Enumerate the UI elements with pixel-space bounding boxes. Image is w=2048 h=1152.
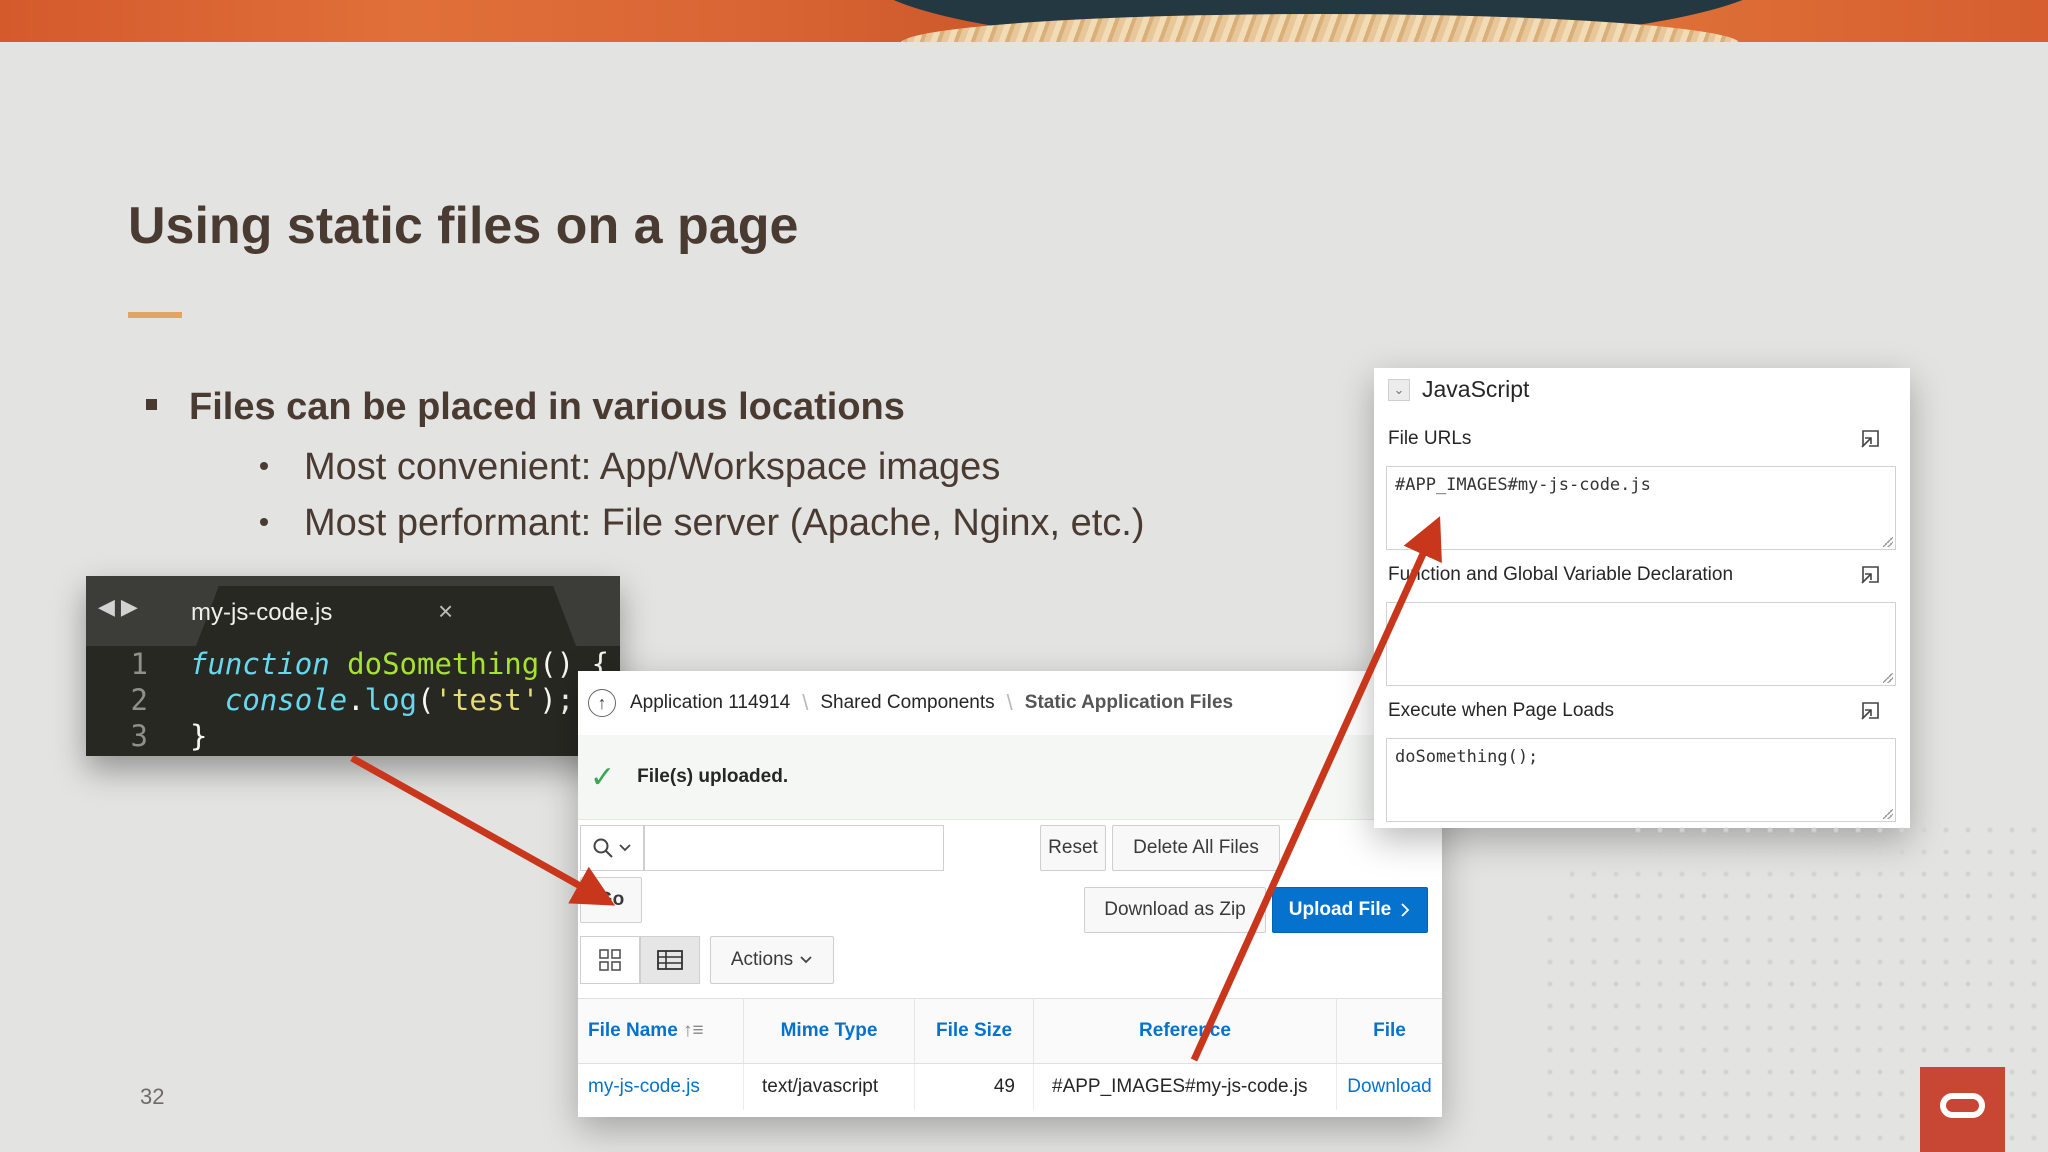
search-input[interactable] xyxy=(644,825,944,871)
javascript-section-title: JavaScript xyxy=(1422,376,1530,402)
editor-tab-bar: ◀▶ my-js-code.js × xyxy=(86,576,620,646)
dot-bullet-icon xyxy=(260,517,268,526)
editor-tab-name[interactable]: my-js-code.js xyxy=(191,599,332,627)
code-object: console xyxy=(224,683,348,717)
oracle-ring xyxy=(1940,1093,1985,1118)
slide-title: Using static files on a page xyxy=(128,197,799,255)
search-column-selector[interactable] xyxy=(580,825,644,871)
static-files-page: ↑ Application 114914 \ Shared Components… xyxy=(578,671,1442,1117)
resize-grip-icon[interactable] xyxy=(1883,537,1893,547)
file-size-cell: 49 xyxy=(914,1063,1034,1110)
breadcrumb-shared-components[interactable]: Shared Components xyxy=(820,692,994,714)
download-as-zip-button[interactable]: Download as Zip xyxy=(1084,887,1266,933)
resize-grip-icon[interactable] xyxy=(1883,673,1893,683)
report-view-toggle[interactable] xyxy=(640,936,700,984)
code-keyword: function xyxy=(190,647,330,681)
expand-editor-icon[interactable] xyxy=(1859,700,1881,722)
function-declaration-field[interactable] xyxy=(1386,602,1896,686)
bullet-main-text: Files can be placed in various locations xyxy=(189,386,905,428)
grid-icon xyxy=(599,949,621,971)
actions-menu-button[interactable]: Actions xyxy=(710,936,834,984)
go-button[interactable]: Go xyxy=(580,877,642,923)
table-icon xyxy=(657,950,683,970)
code-lines: 1 function doSomething() { 2 console.log(… xyxy=(86,646,610,754)
collapse-chevron-icon[interactable]: ⌄ xyxy=(1388,378,1410,401)
bullet-sub-1: Most convenient: App/Workspace images xyxy=(260,446,1000,489)
up-arrow-icon[interactable]: ↑ xyxy=(588,689,616,717)
table-header-row: File Name ↑≡ Mime Type File Size Referen… xyxy=(578,998,1442,1064)
chevron-down-icon xyxy=(619,844,631,852)
upload-file-label: Upload File xyxy=(1288,899,1392,920)
files-table: File Name ↑≡ Mime Type File Size Referen… xyxy=(578,998,1442,1110)
column-header-file-size[interactable]: File Size xyxy=(914,998,1034,1064)
file-urls-label: File URLs xyxy=(1388,428,1472,449)
javascript-section-header[interactable]: ⌄ JavaScript xyxy=(1388,376,1529,403)
code-brace: } xyxy=(190,719,208,753)
expand-editor-icon[interactable] xyxy=(1859,428,1881,450)
code-editor: ◀▶ my-js-code.js × 1 function doSomething… xyxy=(86,576,620,756)
code-string: 'test' xyxy=(434,683,540,717)
breadcrumb-current: Static Application Files xyxy=(1024,692,1234,713)
arrow-editor-to-table xyxy=(350,754,616,906)
expand-editor-icon[interactable] xyxy=(1859,564,1881,586)
download-link[interactable]: Download xyxy=(1337,1064,1443,1111)
execute-on-load-field[interactable]: doSomething(); xyxy=(1386,738,1896,822)
file-name-link[interactable]: my-js-code.js xyxy=(578,1063,744,1110)
nav-arrows-icon[interactable]: ◀▶ xyxy=(98,594,144,620)
grid-view-toggle[interactable] xyxy=(580,936,640,984)
line-number: 2 xyxy=(130,683,148,717)
upload-file-button[interactable]: Upload File xyxy=(1272,887,1428,933)
bullet-sub-text: Most convenient: App/Workspace images xyxy=(304,446,1001,488)
search-icon xyxy=(593,838,613,858)
breadcrumb: ↑ Application 114914 \ Shared Components… xyxy=(578,671,1442,736)
code-line: 2 console.log('test'); xyxy=(86,682,609,718)
top-banner xyxy=(0,0,2048,42)
dot-bullet-icon xyxy=(260,461,268,470)
code-line: 1 function doSomething() { xyxy=(86,646,610,682)
oracle-logo-icon xyxy=(1920,1067,2005,1152)
code-line: 3} xyxy=(86,718,609,754)
breadcrumb-separator: \ xyxy=(802,690,809,715)
bullet-main: Files can be placed in various locations xyxy=(146,386,905,429)
column-header-file[interactable]: File xyxy=(1336,998,1442,1064)
delete-all-files-button[interactable]: Delete All Files xyxy=(1112,825,1280,871)
code-method: log xyxy=(364,683,417,717)
page-number: 32 xyxy=(140,1084,165,1109)
close-icon[interactable]: × xyxy=(438,596,453,627)
reference-cell: #APP_IMAGES#my-js-code.js xyxy=(1033,1063,1337,1110)
line-number: 3 xyxy=(130,719,148,753)
column-header-reference[interactable]: Reference xyxy=(1033,998,1337,1064)
sort-ascending-icon: ↑≡ xyxy=(683,1020,704,1041)
code-function-name: doSomething xyxy=(347,647,540,681)
file-urls-field[interactable]: #APP_IMAGES#my-js-code.js xyxy=(1386,466,1896,550)
success-text: File(s) uploaded. xyxy=(637,766,789,787)
file-urls-value: #APP_IMAGES#my-js-code.js xyxy=(1395,475,1651,495)
column-header-file-name[interactable]: File Name ↑≡ xyxy=(578,998,744,1064)
square-bullet-icon xyxy=(146,399,157,411)
chevron-down-icon xyxy=(800,956,812,964)
chevron-right-icon xyxy=(1401,903,1410,917)
javascript-properties-panel: ⌄ JavaScript File URLs #APP_IMAGES#my-js… xyxy=(1374,368,1910,828)
table-row: my-js-code.js text/javascript 49 #APP_IM… xyxy=(578,1063,1443,1111)
actions-label: Actions xyxy=(730,949,794,970)
column-header-mime-type[interactable]: Mime Type xyxy=(743,998,915,1064)
execute-on-load-label: Execute when Page Loads xyxy=(1388,700,1615,721)
success-message: ✓ File(s) uploaded. xyxy=(578,735,1442,820)
execute-on-load-value: doSomething(); xyxy=(1395,747,1539,767)
title-underline xyxy=(128,312,182,318)
reset-button[interactable]: Reset xyxy=(1040,825,1106,871)
line-number: 1 xyxy=(130,647,148,681)
bullet-sub-2: Most performant: File server (Apache, Ng… xyxy=(260,502,1145,545)
resize-grip-icon[interactable] xyxy=(1883,809,1893,819)
bullet-sub-text: Most performant: File server (Apache, Ng… xyxy=(304,502,1145,544)
function-declaration-label: Function and Global Variable Declaration xyxy=(1388,564,1734,585)
breadcrumb-application[interactable]: Application 114914 xyxy=(630,692,790,714)
check-icon: ✓ xyxy=(590,760,616,794)
breadcrumb-separator: \ xyxy=(1006,690,1013,715)
mime-type-cell: text/javascript xyxy=(743,1063,915,1110)
